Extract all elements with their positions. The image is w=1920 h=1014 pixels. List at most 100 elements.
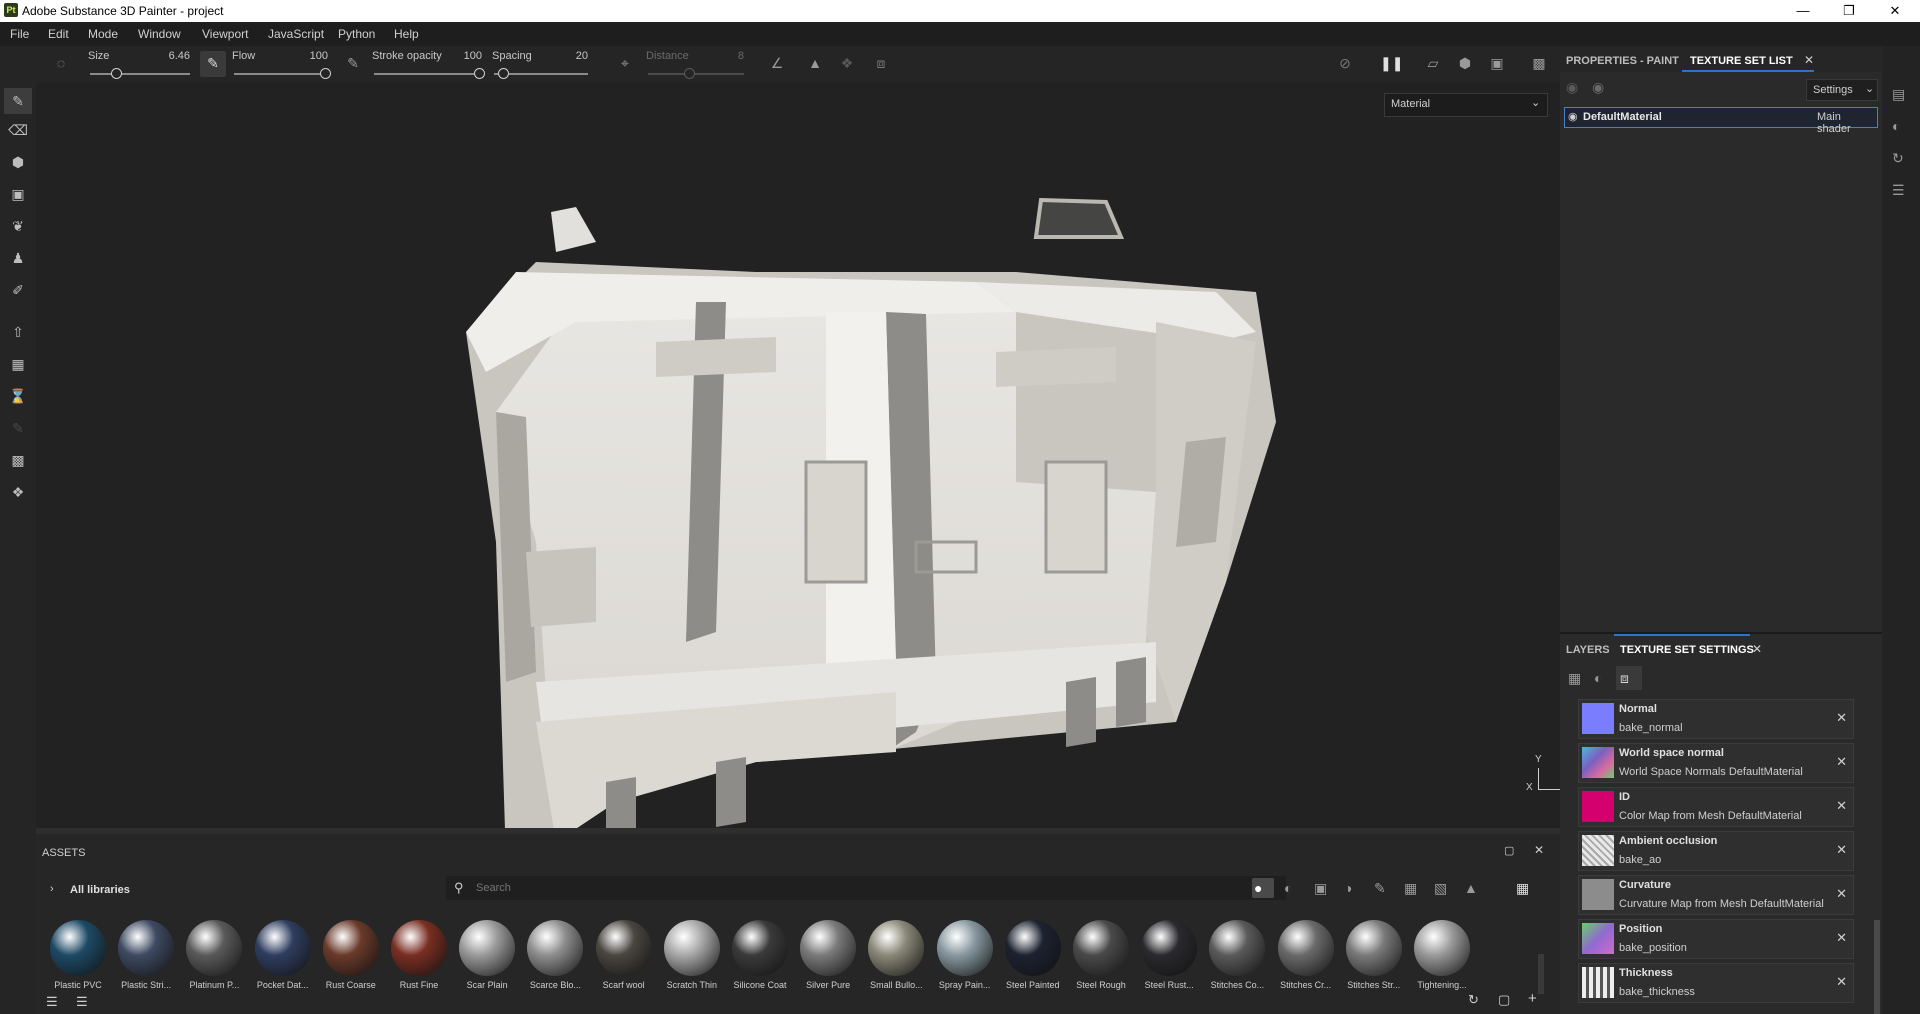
flow-value[interactable]: 100 bbox=[290, 50, 328, 62]
material-thumbnail[interactable] bbox=[186, 920, 243, 976]
remove-map-icon[interactable]: ✕ bbox=[1836, 754, 1847, 770]
stroke-opacity-value[interactable]: 100 bbox=[442, 50, 482, 62]
lazy-mouse-icon[interactable]: ⌖ bbox=[616, 55, 634, 72]
perspective-icon[interactable]: ▱ bbox=[1424, 55, 1442, 72]
tab-layers[interactable]: LAYERS bbox=[1566, 644, 1610, 656]
material-thumbnail[interactable] bbox=[663, 920, 720, 976]
projection-icon[interactable]: ⬢ bbox=[8, 152, 28, 172]
grid-view-icon[interactable]: ▦ bbox=[1516, 880, 1529, 897]
tab-texture-set-list[interactable]: TEXTURE SET LIST bbox=[1690, 55, 1793, 67]
polygon-fill-icon[interactable]: ▣ bbox=[8, 184, 28, 204]
size-slider[interactable] bbox=[90, 73, 190, 75]
symmetry-settings-icon[interactable]: ❖ bbox=[838, 55, 856, 72]
material-thumbnail[interactable] bbox=[1345, 920, 1402, 976]
texture-filter-icon[interactable]: ▦ bbox=[1404, 880, 1417, 897]
size-value[interactable]: 6.46 bbox=[150, 50, 190, 62]
log-icon[interactable]: ☰ bbox=[1892, 182, 1905, 199]
maximize-icon[interactable]: ▢ bbox=[1504, 844, 1514, 857]
mesh-map-curvature[interactable]: Curvature Curvature Map from Mesh Defaul… bbox=[1578, 875, 1854, 915]
refresh-icon[interactable]: ↻ bbox=[1468, 992, 1479, 1008]
properties-icon[interactable]: ▤ bbox=[1892, 86, 1905, 103]
material-thumbnail[interactable] bbox=[527, 920, 584, 976]
stroke-brush-icon[interactable]: ✎ bbox=[344, 55, 362, 72]
measure-icon[interactable]: ⌛ bbox=[8, 386, 28, 406]
alpha-filter-icon[interactable]: ▣ bbox=[1314, 880, 1327, 897]
hide-icon[interactable]: ⊘ bbox=[1336, 55, 1354, 72]
scrollbar[interactable] bbox=[1538, 954, 1544, 994]
size-slider-handle[interactable] bbox=[111, 68, 122, 79]
cube-icon[interactable]: ⬢ bbox=[1456, 55, 1474, 72]
mesh-map-ambient-occlusion[interactable]: Ambient occlusion bake_ao ✕ bbox=[1578, 831, 1854, 871]
remove-map-icon[interactable]: ✕ bbox=[1836, 930, 1847, 946]
material-thumbnail[interactable] bbox=[459, 920, 516, 976]
settings-dropdown[interactable]: Settings ⌄ bbox=[1806, 79, 1878, 101]
smudge-icon[interactable]: ❦ bbox=[8, 216, 28, 236]
material-filter-icon[interactable]: ● bbox=[1254, 880, 1262, 896]
camera-icon[interactable]: ▣ bbox=[1488, 55, 1506, 72]
folder-icon[interactable]: ▢ bbox=[1498, 992, 1510, 1008]
remove-map-icon[interactable]: ✕ bbox=[1836, 842, 1847, 858]
transform-icon[interactable]: ⧈ bbox=[872, 55, 890, 72]
mesh-map-position[interactable]: Position bake_position ✕ bbox=[1578, 919, 1854, 959]
spacing-slider-handle[interactable] bbox=[498, 68, 509, 79]
material-thumbnail[interactable] bbox=[1141, 920, 1198, 976]
tab-properties-paint[interactable]: PROPERTIES - PAINT bbox=[1566, 55, 1679, 67]
material-thumbnail[interactable] bbox=[391, 920, 447, 976]
menu-window[interactable]: Window bbox=[138, 27, 181, 41]
3d-viewport[interactable]: Y X Z bbox=[36, 82, 1567, 862]
material-thumbnail[interactable] bbox=[868, 920, 925, 976]
shader-icon[interactable]: ◐ bbox=[1892, 118, 1900, 134]
close-window-icon[interactable]: ✕ bbox=[1872, 0, 1918, 22]
lasso-icon[interactable]: ◌ bbox=[52, 55, 70, 71]
eraser-icon[interactable]: ⌫ bbox=[8, 120, 28, 140]
display-settings-icon[interactable]: ▩ bbox=[8, 450, 28, 470]
eye-icon[interactable]: ◉ bbox=[1568, 110, 1578, 123]
mesh-map-id[interactable]: ID Color Map from Mesh DefaultMaterial ✕ bbox=[1578, 787, 1854, 827]
remove-map-icon[interactable]: ✕ bbox=[1836, 798, 1847, 814]
material-thumbnail[interactable] bbox=[1209, 920, 1266, 976]
remove-map-icon[interactable]: ✕ bbox=[1836, 886, 1847, 902]
menu-file[interactable]: File bbox=[10, 27, 29, 41]
texture-set-shader[interactable]: Main shader bbox=[1817, 111, 1877, 135]
material-thumbnail[interactable] bbox=[732, 920, 788, 976]
material-thumbnail[interactable] bbox=[322, 920, 379, 976]
grid-filter-icon[interactable]: ▧ bbox=[1434, 880, 1447, 897]
smart-material-filter-icon[interactable]: ◐ bbox=[1284, 880, 1292, 896]
mesh-map-normal[interactable]: Normal bake_normal ✕ bbox=[1578, 699, 1854, 739]
chevron-right-icon[interactable]: › bbox=[50, 883, 54, 895]
filter-list-icon[interactable]: ☰ bbox=[46, 994, 58, 1010]
material-thumbnail[interactable] bbox=[1073, 920, 1129, 976]
search-bar[interactable]: ⚲ bbox=[446, 876, 1286, 900]
color-picker-icon[interactable]: ✐ bbox=[8, 280, 28, 300]
texture-set-row[interactable]: ◉ DefaultMaterial Main shader bbox=[1564, 107, 1878, 135]
flow-slider-handle[interactable] bbox=[320, 68, 331, 79]
material-thumbnail[interactable] bbox=[50, 920, 106, 976]
clone-stamp-icon[interactable]: ♟ bbox=[8, 248, 28, 268]
paint-brush-icon[interactable]: ✎ bbox=[8, 91, 28, 111]
material-sphere-icon[interactable]: ◐ bbox=[1594, 670, 1602, 686]
close-tab-icon[interactable]: ✕ bbox=[1752, 642, 1762, 656]
material-thumbnail[interactable] bbox=[1277, 920, 1334, 976]
brush-filter-icon[interactable]: ✎ bbox=[1374, 880, 1386, 897]
menu-javascript[interactable]: JavaScript bbox=[268, 27, 324, 41]
generator-filter-icon[interactable]: ◑ bbox=[1344, 880, 1352, 896]
material-thumbnail[interactable] bbox=[800, 920, 857, 976]
list-view-icon[interactable]: ☰ bbox=[76, 994, 88, 1010]
menu-help[interactable]: Help bbox=[394, 27, 419, 41]
symmetry-icon[interactable]: ▲ bbox=[806, 55, 824, 71]
eye-icon[interactable]: ◉ bbox=[1592, 79, 1604, 96]
pause-icon[interactable]: ❚❚ bbox=[1380, 55, 1403, 72]
texture-set-icon[interactable]: ▦ bbox=[1568, 670, 1581, 687]
remove-map-icon[interactable]: ✕ bbox=[1836, 710, 1847, 726]
mesh-map-world-space-normal[interactable]: World space normal World Space Normals D… bbox=[1578, 743, 1854, 783]
angle-icon[interactable]: ∠ bbox=[768, 55, 786, 72]
menu-mode[interactable]: Mode bbox=[88, 27, 118, 41]
material-thumbnail[interactable] bbox=[936, 920, 993, 976]
search-input[interactable] bbox=[474, 879, 1078, 897]
minimize-icon[interactable]: — bbox=[1780, 0, 1826, 22]
shader-settings-icon[interactable]: ❖ bbox=[8, 482, 28, 502]
environment-filter-icon[interactable]: ▲ bbox=[1464, 880, 1478, 896]
stroke-opacity-slider[interactable] bbox=[374, 73, 480, 75]
restore-icon[interactable]: ❐ bbox=[1826, 0, 1872, 22]
menu-python[interactable]: Python bbox=[338, 27, 375, 41]
